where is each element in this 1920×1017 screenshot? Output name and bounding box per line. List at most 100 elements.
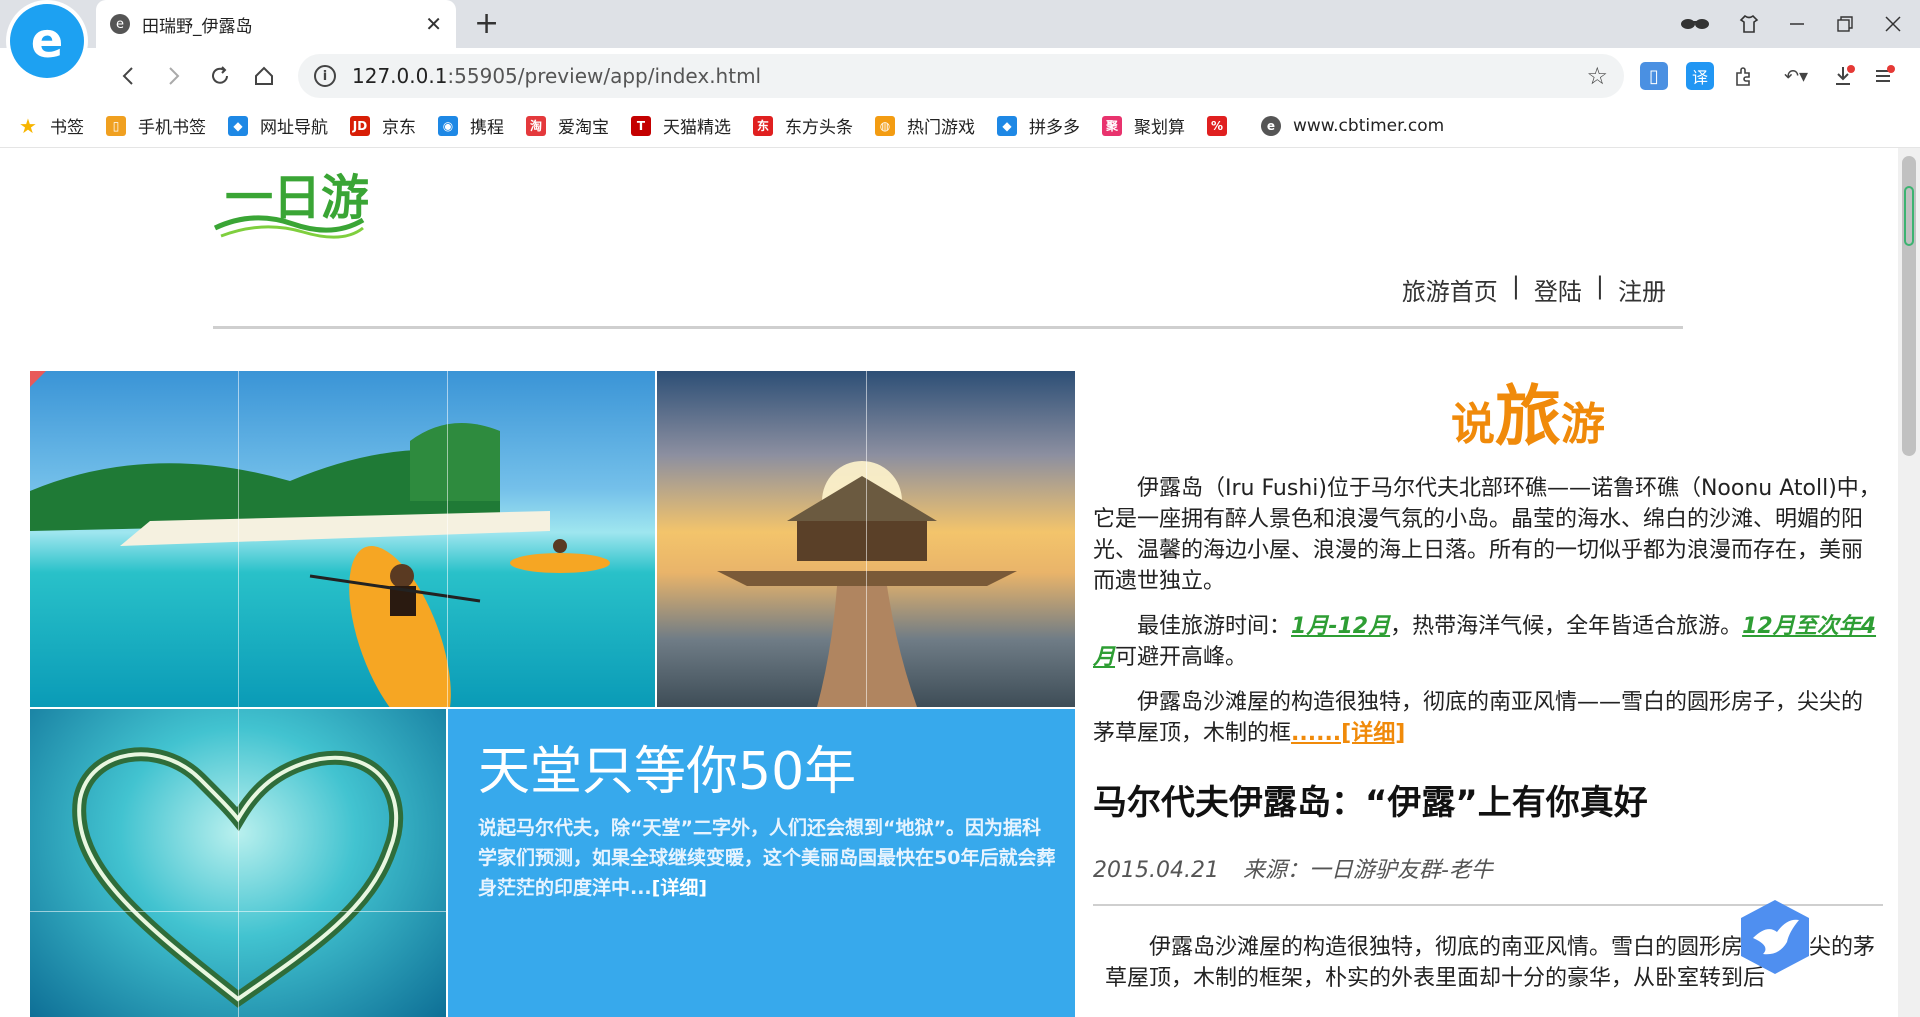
bookmark-label: 拼多多	[1029, 118, 1080, 138]
tab-close-icon[interactable]: ✕	[425, 12, 442, 36]
forward-icon[interactable]	[158, 60, 190, 92]
taobao-icon: 淘	[526, 115, 546, 136]
back-icon[interactable]	[112, 60, 144, 92]
nav-icon: ◆	[228, 115, 248, 136]
bookmark-item[interactable]: ◉ 携程	[438, 113, 504, 138]
kayak-beach-photo[interactable]	[30, 371, 655, 707]
bookmark-item[interactable]: 淘爱淘宝	[526, 113, 609, 138]
tab-title: 田瑞野_伊露岛	[142, 16, 253, 37]
scroll-indicator-icon	[1904, 186, 1914, 246]
bookmark-item[interactable]: T 天猫精选	[631, 113, 731, 138]
bookmark-label: 爱淘宝	[558, 118, 609, 138]
bookmarks-bar: ★ 书签 ▯ 手机书签 ◆ 网址导航 JD 京东 ◉ 携程 淘爱淘宝 T 天猫精选 东东方头条 ◍ 热门游戏 ◆…	[0, 104, 1920, 148]
bookmark-label: 热门游戏	[907, 118, 975, 138]
grid-line	[30, 708, 1075, 709]
structure-detail-link[interactable]: ......[详细]	[1291, 721, 1405, 746]
bookmark-label: www.cbtimer.com	[1293, 115, 1445, 136]
best-time-suffix: 可避开高峰。	[1115, 645, 1248, 670]
address-bar[interactable]: i 127.0.0.1:55905/preview/app/index.html…	[298, 54, 1624, 98]
grid-line	[866, 371, 867, 709]
best-time-paragraph: 最佳旅游时间：1月-12月，热带海洋气候，全年皆适合旅游。12月至次年4月可避开…	[1093, 611, 1883, 673]
juhuasuan-icon: 聚	[1102, 115, 1122, 136]
nav-login-link[interactable]: 登陆	[1534, 272, 1582, 307]
best-time-range-link[interactable]: 1月-12月	[1291, 614, 1390, 639]
best-time-mid: ，热带海洋气候，全年皆适合旅游。	[1390, 614, 1743, 639]
restore-icon[interactable]	[1822, 0, 1868, 48]
browser-logo-icon[interactable]: e	[10, 4, 84, 78]
shirt-icon[interactable]	[1726, 0, 1772, 48]
bookmark-label: 书签	[50, 118, 84, 138]
extensions-puzzle-icon[interactable]	[1730, 62, 1758, 90]
bookmark-label: 手机书签	[138, 118, 206, 138]
bookmark-item[interactable]: 聚聚划算	[1102, 113, 1185, 138]
address-bar-row: i 127.0.0.1:55905/preview/app/index.html…	[0, 48, 1920, 104]
heading-char: 游	[1561, 399, 1605, 450]
phone-icon: ▯	[106, 115, 126, 136]
url-host: 127.0.0.1	[352, 64, 448, 88]
nav-separator: |	[1595, 272, 1604, 300]
jd-icon: JD	[350, 115, 370, 136]
minimize-icon[interactable]	[1774, 0, 1820, 48]
floating-bird-icon[interactable]	[1737, 898, 1813, 976]
incognito-icon[interactable]	[1672, 0, 1718, 48]
bookmark-item[interactable]: JD 京东	[350, 113, 416, 138]
section-heading: 说旅游	[1173, 363, 1883, 459]
photo-gallery: 天堂只等你50年 说起马尔代夫，除“天堂”二字外，人们还会想到“地狱”。因为据科…	[30, 371, 1075, 1017]
bookmark-label: 天猫精选	[663, 118, 731, 138]
promo-title: 天堂只等你50年	[478, 742, 857, 802]
browser-tab[interactable]: e 田瑞野_伊露岛 ✕	[96, 0, 456, 48]
url-text: 127.0.0.1:55905/preview/app/index.html	[352, 64, 761, 88]
page-scrollbar[interactable]	[1898, 148, 1920, 1017]
article-date: 2015.04.21	[1093, 858, 1219, 883]
browser-chrome: e 田瑞野_伊露岛 ✕ + e i 127.0.0.1:55905/previe…	[0, 0, 1920, 148]
bookmark-label: 聚划算	[1134, 118, 1185, 138]
site-logo[interactable]: 一日游	[213, 158, 369, 243]
bookmark-item[interactable]: ◍ 热门游戏	[875, 113, 975, 138]
bookmark-star-icon[interactable]: ☆	[1586, 62, 1608, 90]
star-icon: ★	[19, 113, 37, 138]
menu-icon[interactable]	[1870, 62, 1898, 90]
close-window-icon[interactable]	[1870, 0, 1916, 48]
intro-paragraph: 伊露岛（Iru Fushi)位于马尔代夫北部环礁——诺鲁环礁（Noonu Ato…	[1093, 476, 1881, 594]
top-navigation: 旅游首页 | 登陆 | 注册	[1402, 272, 1666, 307]
grid-line	[30, 911, 448, 912]
site-info-icon[interactable]: i	[314, 65, 336, 87]
promo-body: 说起马尔代夫，除“天堂”二字外，人们还会想到“地狱”。因为据科学家们预测，如果全…	[478, 817, 1056, 899]
new-tab-button[interactable]: +	[474, 6, 499, 41]
reload-icon[interactable]	[204, 60, 236, 92]
header-divider	[213, 326, 1683, 329]
bookmark-item[interactable]: ★ 书签	[18, 113, 84, 139]
structure-text: 伊露岛沙滩屋的构造很独特，彻底的南亚风情——雪白的圆形房子，尖尖的茅草屋顶，木制…	[1093, 690, 1864, 746]
game-icon: ◍	[875, 115, 895, 136]
undo-icon[interactable]: ↶▾	[1776, 62, 1816, 90]
bookmark-item[interactable]: ▯ 手机书签	[106, 113, 206, 138]
url-path: :55905/preview/app/index.html	[447, 64, 762, 88]
article-title: 马尔代夫伊露岛：“伊露”上有你真好	[1093, 783, 1648, 823]
heading-char: 说	[1451, 399, 1495, 450]
cbtimer-icon: e	[1261, 115, 1281, 136]
sale-icon: %	[1207, 115, 1227, 136]
download-icon[interactable]	[1830, 62, 1858, 90]
promo-panel: 天堂只等你50年 说起马尔代夫，除“天堂”二字外，人们还会想到“地狱”。因为据科…	[448, 709, 1075, 1017]
nav-home-link[interactable]: 旅游首页	[1402, 272, 1498, 307]
home-icon[interactable]	[248, 60, 280, 92]
tab-favicon-icon: e	[110, 14, 130, 34]
bookmark-item[interactable]: ◆ 拼多多	[997, 113, 1080, 138]
nav-register-link[interactable]: 注册	[1618, 272, 1666, 307]
web-page: 一日游 旅游首页 | 登陆 | 注册 天堂只等你50年 说起马尔代夫，除“天堂”…	[0, 148, 1898, 1017]
dongfang-icon: 东	[753, 115, 773, 136]
extension-mouse-icon[interactable]: ▯	[1640, 62, 1668, 90]
translate-icon[interactable]: 译	[1686, 62, 1714, 90]
promo-text: 说起马尔代夫，除“天堂”二字外，人们还会想到“地狱”。因为据科学家们预测，如果全…	[478, 813, 1058, 903]
bookmark-item[interactable]: ◆ 网址导航	[228, 113, 328, 138]
promo-detail-link[interactable]: [详细]	[652, 877, 707, 899]
ctrip-icon: ◉	[438, 115, 458, 136]
corner-marker	[30, 371, 46, 387]
bookmark-label: 东方头条	[785, 118, 853, 138]
bookmark-label: 携程	[470, 118, 504, 138]
bookmark-item[interactable]: %	[1207, 115, 1239, 136]
bookmark-item[interactable]: e www.cbtimer.com	[1261, 115, 1445, 136]
bookmark-item[interactable]: 东东方头条	[753, 113, 853, 138]
bookmark-label: 网址导航	[260, 118, 328, 138]
article-meta: 2015.04.21 来源：一日游驴友群-老牛	[1093, 852, 1883, 884]
